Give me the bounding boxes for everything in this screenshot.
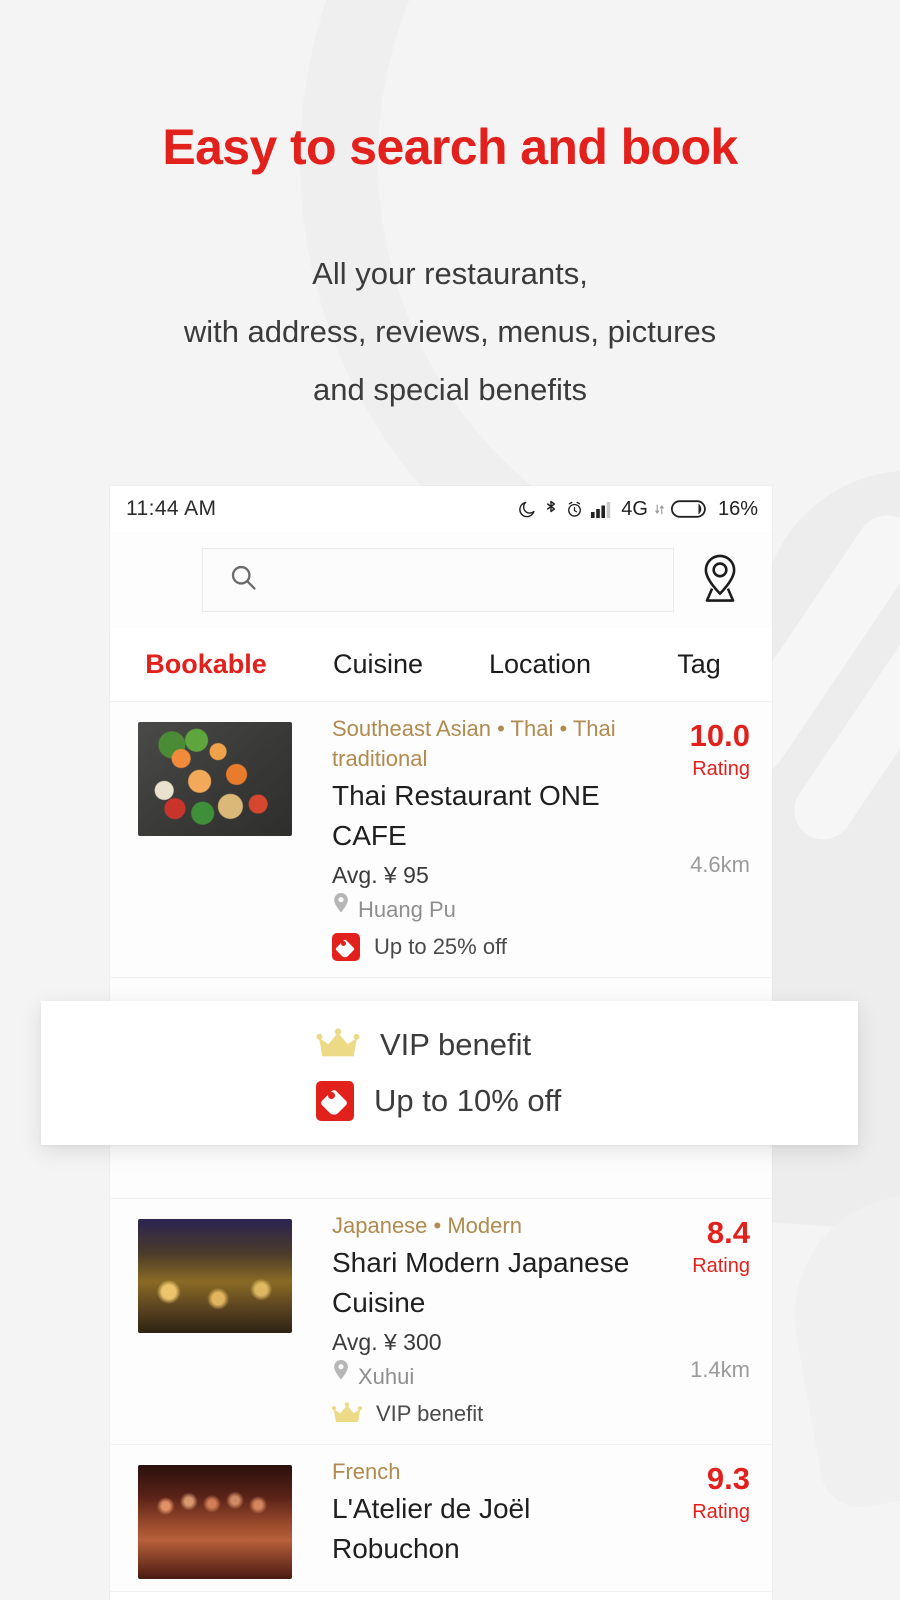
rating-column: 10.0 Rating 4.6km — [658, 714, 750, 965]
bluetooth-icon — [544, 499, 558, 519]
search-input[interactable] — [273, 568, 673, 592]
rating-score: 8.4 — [706, 1215, 750, 1250]
signal-bars-icon — [591, 500, 615, 518]
search-row — [110, 532, 772, 628]
perk-row: VIP benefit — [331, 1396, 658, 1432]
filter-tabs: Bookable Cuisine Location Tag — [110, 628, 772, 702]
perk-label: VIP benefit — [376, 1401, 484, 1426]
map-pin-icon — [332, 892, 350, 927]
data-arrows-icon — [655, 503, 664, 516]
perk-row: Up to 25% off — [332, 929, 658, 965]
restaurant-thumbnail — [138, 722, 292, 836]
page-subtitle: All your restaurants, with address, revi… — [0, 245, 900, 419]
rating-label: Rating — [692, 1501, 750, 1523]
location-button[interactable] — [674, 552, 766, 609]
tab-bookable[interactable]: Bookable — [110, 649, 302, 680]
map-pin-icon — [332, 1359, 350, 1394]
rating-score: 9.3 — [706, 1461, 750, 1496]
distance-label: 4.6km — [690, 852, 750, 877]
table-row[interactable]: Southeast Asian • Thai • Thai traditiona… — [110, 702, 772, 978]
callout-row-discount: Up to 10% off — [316, 1073, 858, 1129]
table-row[interactable]: French L'Atelier de Joël Robuchon 9.3 Ra… — [110, 1445, 772, 1592]
district-row: Xuhui — [332, 1359, 658, 1394]
callout-row-vip: VIP benefit — [316, 1017, 858, 1073]
tab-cuisine[interactable]: Cuisine — [302, 649, 454, 680]
district-label: Xuhui — [358, 1363, 415, 1389]
rating-score: 10.0 — [689, 718, 750, 753]
restaurant-list: Southeast Asian • Thai • Thai traditiona… — [110, 702, 772, 1592]
average-price: Avg. ¥ 95 — [332, 862, 429, 888]
district-label: Huang Pu — [358, 896, 456, 922]
cuisine-tags: French — [332, 1459, 401, 1484]
background-stripe-b — [783, 569, 900, 851]
page-title: Easy to search and book — [162, 119, 738, 175]
rating-label: Rating — [692, 1255, 750, 1277]
tab-tag[interactable]: Tag — [626, 649, 772, 680]
vip-benefit-callout: VIP benefit Up to 10% off — [41, 1001, 858, 1145]
restaurant-name: Shari Modern Japanese Cuisine — [332, 1247, 630, 1318]
battery-percent-label: 16% — [717, 497, 758, 520]
callout-vip-label: VIP benefit — [380, 1027, 532, 1062]
table-row[interactable]: Japanese • Modern Shari Modern Japanese … — [110, 1199, 772, 1445]
crown-icon — [331, 1402, 363, 1426]
subtitle-line-3: and special benefits — [312, 372, 588, 407]
perk-label: Up to 25% off — [374, 934, 507, 959]
restaurant-thumbnail — [138, 1219, 292, 1333]
restaurant-info: Japanese • Modern Shari Modern Japanese … — [292, 1211, 658, 1432]
battery-icon — [670, 499, 709, 519]
restaurant-info: Southeast Asian • Thai • Thai traditiona… — [292, 714, 658, 965]
moon-icon — [518, 500, 537, 519]
rating-label: Rating — [692, 758, 750, 780]
status-bar-time: 11:44 AM — [126, 497, 217, 520]
status-bar: 11:44 AM 4G 16% — [110, 486, 772, 532]
restaurant-info: French L'Atelier de Joël Robuchon — [292, 1457, 658, 1579]
tag-icon — [332, 933, 360, 961]
background-blob-bottom — [775, 1176, 900, 1514]
tab-location[interactable]: Location — [454, 649, 626, 680]
district-row: Huang Pu — [332, 892, 658, 927]
callout-discount-label: Up to 10% off — [374, 1083, 562, 1118]
alarm-icon — [565, 500, 584, 519]
restaurant-name: Thai Restaurant ONE CAFE — [332, 780, 600, 851]
restaurant-thumbnail — [138, 1465, 292, 1579]
subtitle-line-1: All your restaurants, — [312, 256, 588, 291]
rating-column: 8.4 Rating 1.4km — [658, 1211, 750, 1432]
restaurant-name: L'Atelier de Joël Robuchon — [332, 1493, 531, 1564]
tag-icon — [316, 1081, 354, 1121]
location-pin-icon — [695, 552, 745, 609]
search-icon — [229, 563, 259, 598]
network-type-label: 4G — [621, 497, 648, 520]
subtitle-line-2: with address, reviews, menus, pictures — [183, 314, 717, 349]
status-bar-icons: 4G 16% — [518, 498, 758, 521]
rating-column: 9.3 Rating — [658, 1457, 750, 1579]
cuisine-tags: Japanese • Modern — [332, 1213, 522, 1238]
distance-label: 1.4km — [690, 1357, 750, 1382]
average-price: Avg. ¥ 300 — [332, 1329, 442, 1355]
cuisine-tags: Southeast Asian • Thai • Thai traditiona… — [332, 716, 616, 771]
search-box[interactable] — [202, 548, 674, 612]
crown-icon — [316, 1028, 360, 1062]
